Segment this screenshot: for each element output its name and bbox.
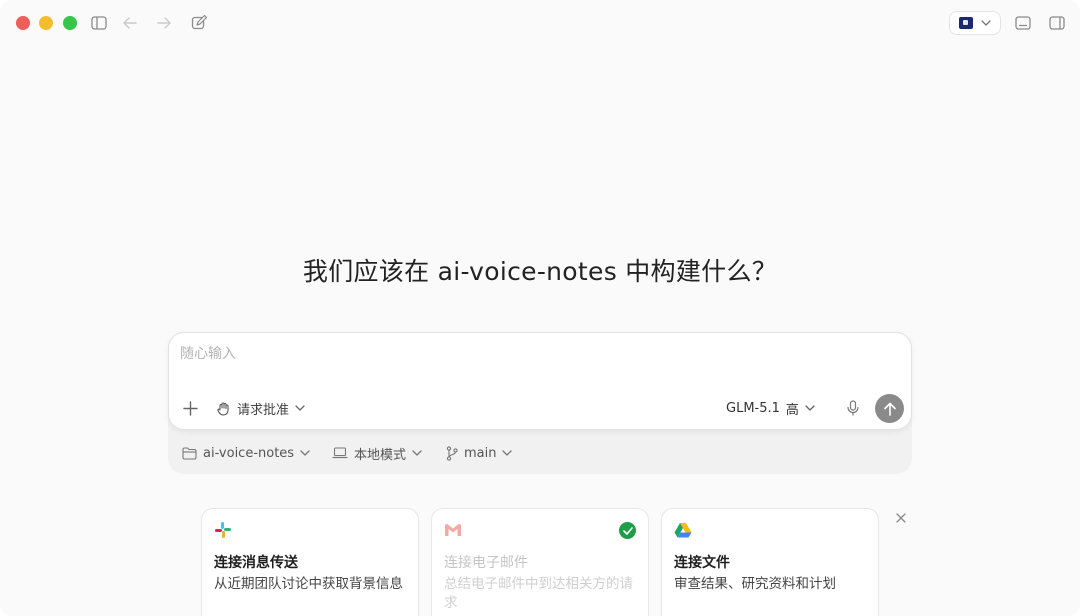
chevron-down-icon	[412, 450, 422, 456]
model-selector[interactable]: GLM-5.1 高	[726, 398, 815, 418]
connected-check-icon	[619, 522, 636, 539]
chevron-down-icon	[300, 450, 310, 456]
model-label: GLM-5.1	[726, 400, 780, 416]
card-title: 连接电子邮件	[444, 555, 528, 571]
laptop-icon	[332, 447, 348, 459]
minimize-window-button[interactable]	[39, 16, 53, 30]
hand-icon	[217, 401, 229, 416]
chevron-down-icon	[981, 20, 991, 26]
language-selector[interactable]	[949, 11, 1001, 35]
card-description: 总结电子邮件中到达相关方的请求	[444, 576, 633, 611]
title-bar	[0, 0, 1080, 46]
connect-email-card[interactable]: 连接电子邮件 总结电子邮件中到达相关方的请求	[431, 508, 649, 616]
git-branch-icon	[446, 445, 458, 461]
connect-messaging-card[interactable]: 连接消息传送 从近期团队讨论中获取背景信息	[201, 508, 419, 616]
attach-button[interactable]	[180, 398, 200, 418]
project-selector[interactable]: ai-voice-notes	[182, 443, 310, 463]
chevron-down-icon	[502, 450, 513, 456]
microphone-icon	[847, 400, 859, 416]
maximize-window-button[interactable]	[63, 16, 77, 30]
send-button[interactable]	[875, 394, 904, 423]
chevron-down-icon	[805, 405, 815, 411]
branch-selector[interactable]: main	[446, 443, 513, 463]
slack-icon	[215, 522, 231, 538]
chevron-down-icon	[295, 405, 305, 411]
project-label: ai-voice-notes	[203, 445, 295, 461]
right-panel-icon[interactable]	[1048, 14, 1066, 32]
branch-label: main	[464, 445, 497, 461]
close-window-button[interactable]	[16, 16, 30, 30]
plus-icon	[182, 400, 198, 416]
arrow-up-icon	[883, 402, 896, 416]
message-input[interactable]	[180, 344, 880, 364]
microphone-button[interactable]	[844, 398, 862, 418]
sidebar-toggle-icon[interactable]	[90, 14, 108, 32]
terminal-panel-icon[interactable]	[1014, 14, 1032, 32]
gmail-icon	[445, 523, 461, 536]
card-title: 连接消息传送	[214, 555, 298, 571]
connect-files-card[interactable]: 连接文件 审查结果、研究资料和计划	[661, 508, 879, 616]
page-title: 我们应该在 ai-voice-notes 中构建什么？	[302, 257, 778, 286]
approval-mode-label: 请求批准	[237, 402, 290, 418]
card-description: 审查结果、研究资料和计划	[674, 576, 836, 592]
card-description: 从近期团队讨论中获取背景信息	[214, 576, 403, 592]
card-title: 连接文件	[674, 555, 730, 571]
drive-icon	[674, 523, 692, 538]
close-icon[interactable]	[895, 512, 907, 524]
new-chat-icon[interactable]	[190, 14, 208, 32]
folder-icon	[182, 446, 197, 460]
forward-arrow-icon[interactable]	[155, 14, 173, 32]
mode-label: 本地模式	[354, 447, 407, 463]
mode-selector[interactable]: 本地模式	[332, 443, 422, 463]
flag-icon	[959, 17, 973, 29]
back-arrow-icon[interactable]	[121, 14, 139, 32]
app-window: 我们应该在 ai-voice-notes 中构建什么？ 请求批准 GLM-5.1…	[0, 0, 1080, 616]
effort-label: 高	[785, 402, 799, 418]
approval-mode-button[interactable]: 请求批准	[216, 398, 305, 418]
